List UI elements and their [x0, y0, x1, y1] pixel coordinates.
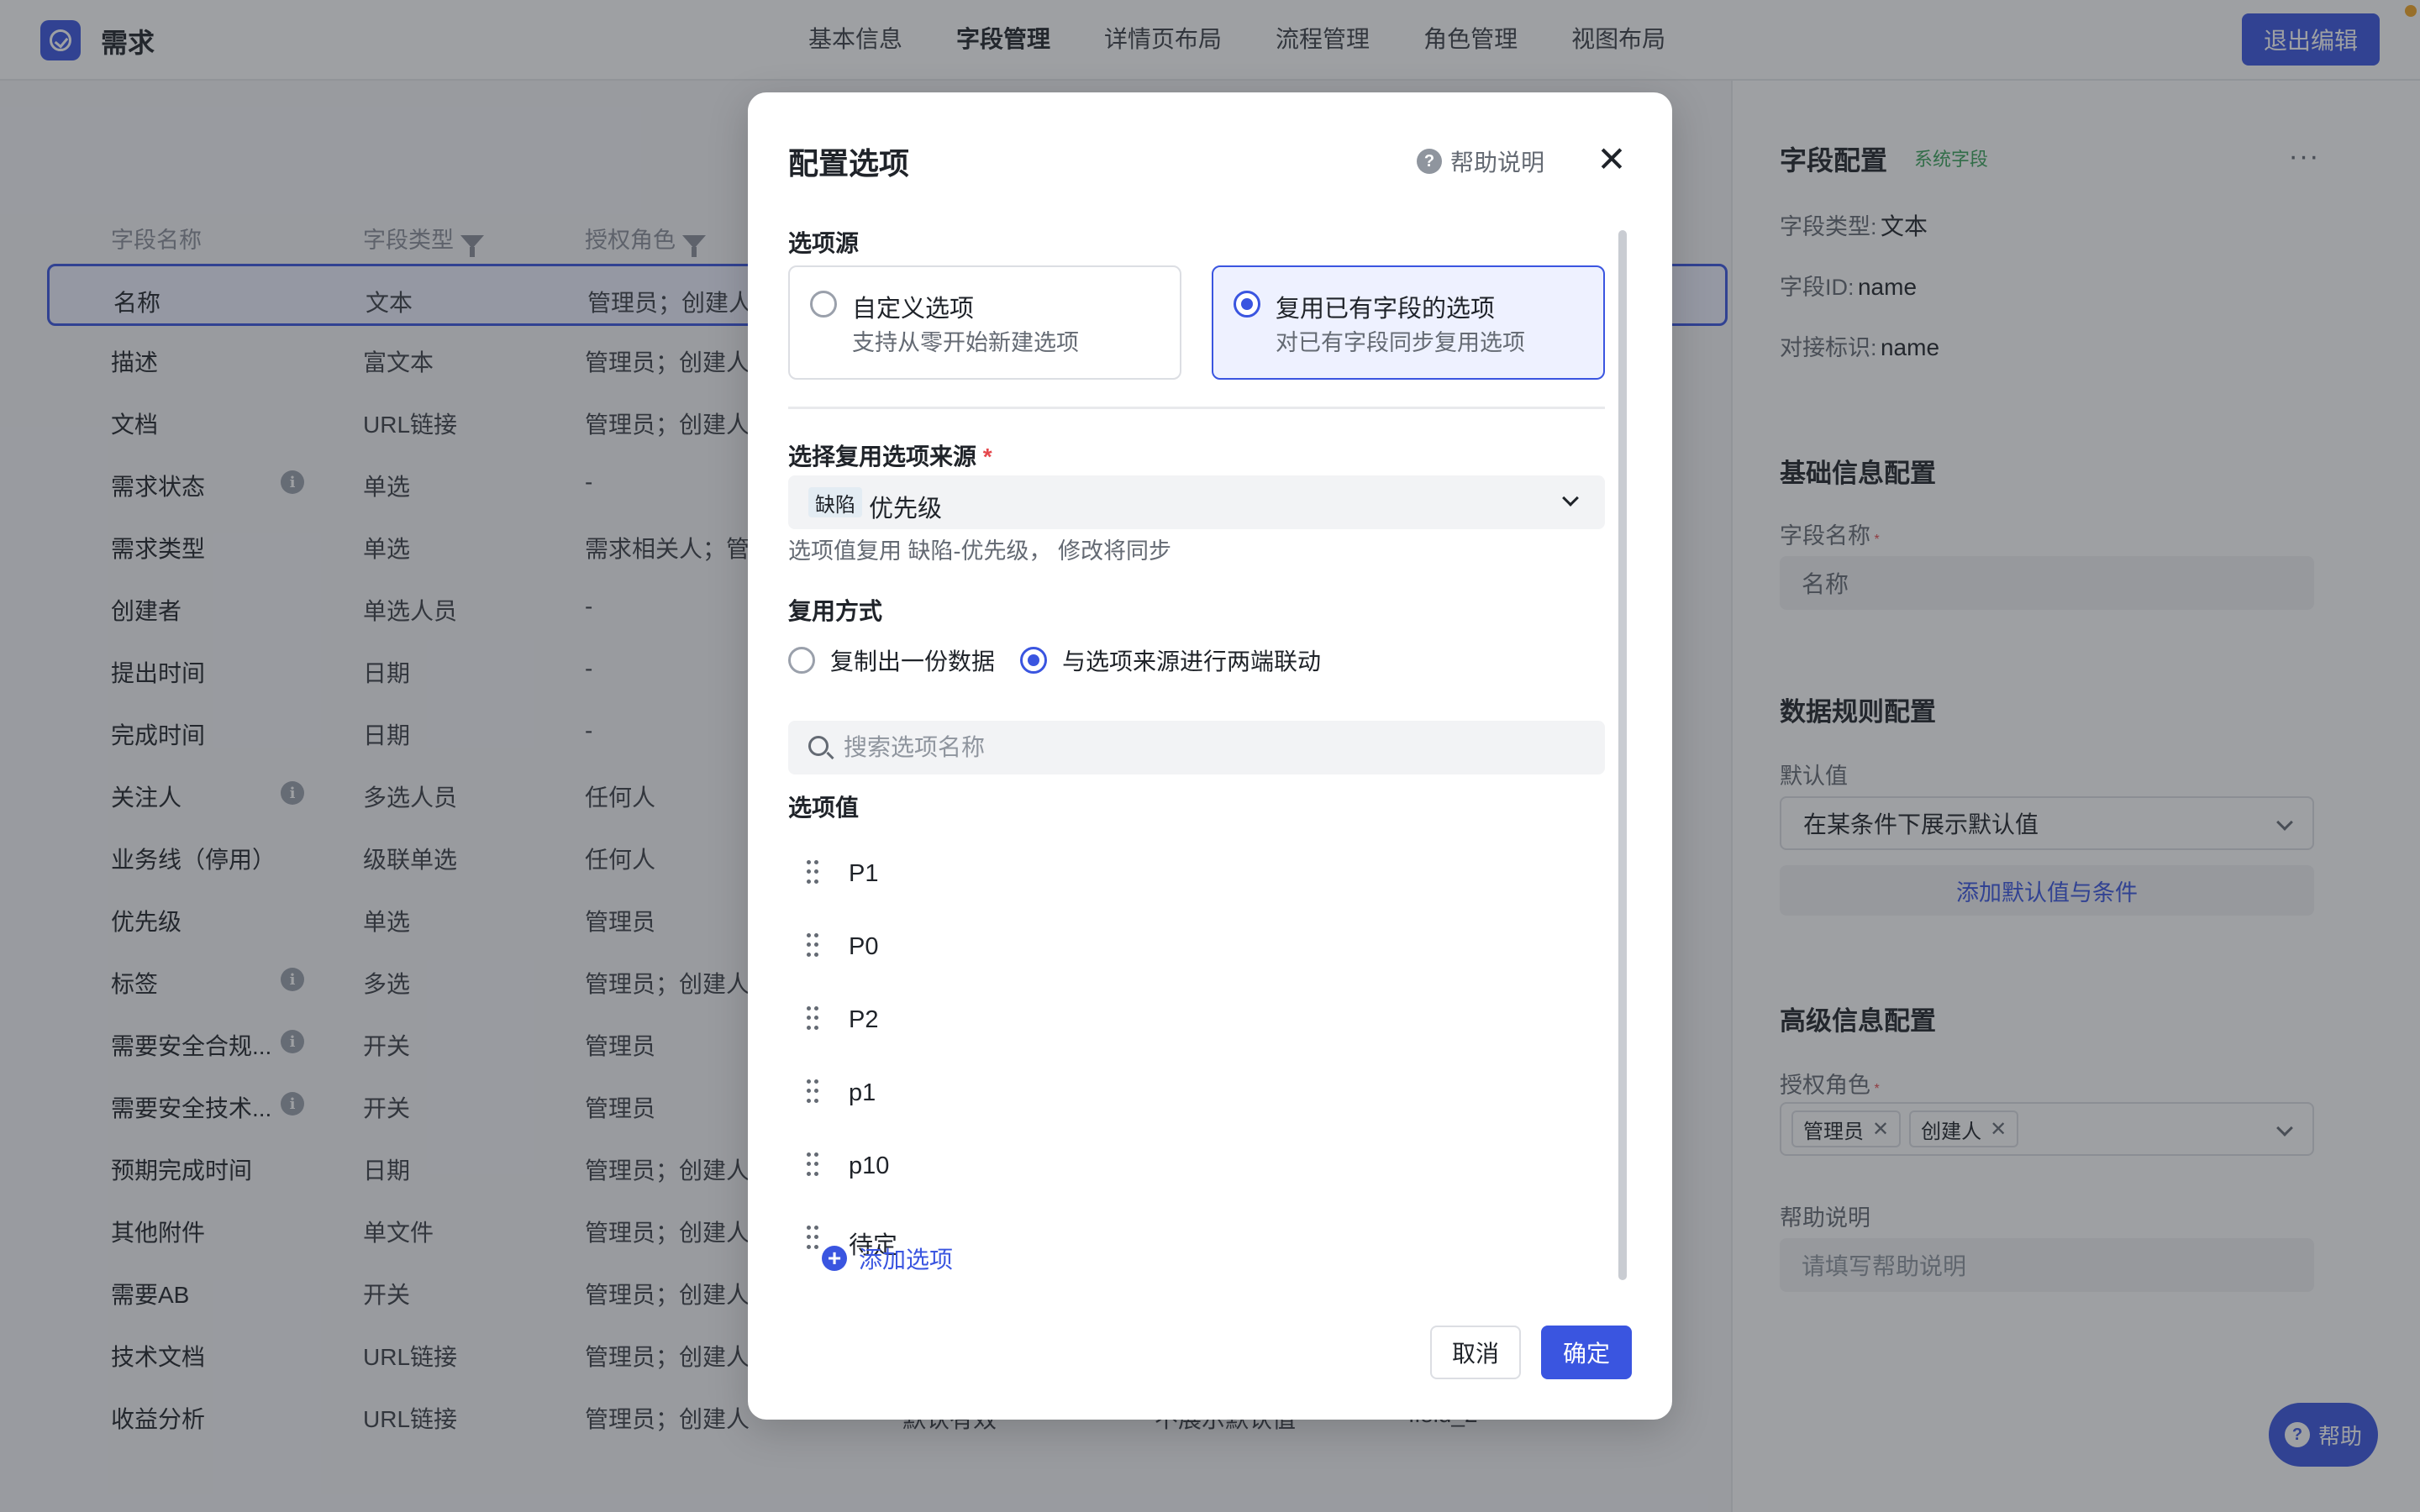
- option-value-text[interactable]: p1: [849, 1079, 876, 1107]
- radio-reuse[interactable]: [1234, 291, 1260, 318]
- divider: [788, 407, 1605, 409]
- add-option-label: 添加选项: [859, 1247, 954, 1273]
- reuse-hint: 选项值复用 缺陷-优先级， 修改将同步: [788, 538, 1171, 564]
- radio-sync[interactable]: [1020, 647, 1047, 674]
- radio-custom[interactable]: [810, 291, 837, 318]
- reuse-source-select[interactable]: 缺陷 优先级: [788, 475, 1605, 529]
- option-value-row: P2: [788, 990, 1605, 1050]
- close-icon[interactable]: ✕: [1591, 139, 1632, 180]
- option-value-text[interactable]: P0: [849, 933, 878, 961]
- drag-handle-icon[interactable]: [807, 1079, 818, 1105]
- custom-options-title: 自定义选项: [852, 296, 975, 323]
- dialog-help-label: 帮助说明: [1450, 150, 1545, 176]
- drag-handle-icon[interactable]: [807, 1152, 818, 1178]
- cancel-button[interactable]: 取消: [1430, 1326, 1521, 1379]
- dialog-scrollbar[interactable]: [1618, 230, 1627, 1280]
- option-value-row: P0: [788, 916, 1605, 977]
- option-value-row: p1: [788, 1063, 1605, 1123]
- reuse-options-desc: 对已有字段同步复用选项: [1276, 330, 1525, 355]
- drag-handle-icon[interactable]: [807, 1006, 818, 1032]
- config-options-dialog: 配置选项 ? 帮助说明 ✕ 选项源 自定义选项 支持从零开始新建选项 复用已有字段…: [748, 92, 1672, 1420]
- option-search-input[interactable]: [844, 721, 1583, 774]
- option-value-text[interactable]: P1: [849, 860, 878, 888]
- drag-handle-icon[interactable]: [807, 1226, 818, 1251]
- drag-handle-icon[interactable]: [807, 860, 818, 885]
- reuse-mode-label: 复用方式: [788, 598, 883, 624]
- radio-copy[interactable]: [788, 647, 815, 674]
- option-value-text[interactable]: P2: [849, 1006, 878, 1034]
- mode-sync-label: 与选项来源进行两端联动: [1062, 648, 1322, 675]
- option-search: [788, 721, 1605, 774]
- search-icon: [808, 736, 829, 756]
- reuse-source-label-row: 选择复用选项来源 *: [788, 438, 992, 472]
- option-value-row: p10: [788, 1136, 1605, 1196]
- option-values-label: 选项值: [788, 795, 860, 821]
- source-label: 选项源: [788, 230, 860, 256]
- mode-copy-label: 复制出一份数据: [830, 648, 996, 675]
- add-option-button[interactable]: + 添加选项: [822, 1242, 953, 1275]
- reuse-options-title: 复用已有字段的选项: [1276, 296, 1496, 323]
- reuse-source-label: 选择复用选项来源: [788, 444, 977, 470]
- required-mark: *: [982, 444, 992, 470]
- source-project-tag: 缺陷: [808, 487, 862, 517]
- dialog-title: 配置选项: [788, 146, 910, 181]
- chevron-down-icon: [1562, 490, 1579, 507]
- confirm-button[interactable]: 确定: [1541, 1326, 1632, 1379]
- custom-options-desc: 支持从零开始新建选项: [852, 330, 1079, 355]
- plus-circle-icon: +: [822, 1246, 847, 1271]
- source-field-value: 优先级: [869, 496, 943, 522]
- dialog-help-link[interactable]: ? 帮助说明: [1417, 144, 1544, 178]
- mode-copy-option[interactable]: 复制出一份数据: [788, 643, 995, 677]
- question-icon: ?: [1417, 149, 1442, 174]
- option-value-text[interactable]: p10: [849, 1152, 889, 1180]
- option-value-row: P1: [788, 843, 1605, 904]
- mode-sync-option[interactable]: 与选项来源进行两端联动: [1020, 643, 1321, 677]
- reuse-options-card[interactable]: 复用已有字段的选项 对已有字段同步复用选项: [1212, 265, 1605, 380]
- custom-options-card[interactable]: 自定义选项 支持从零开始新建选项: [788, 265, 1181, 380]
- drag-handle-icon[interactable]: [807, 933, 818, 958]
